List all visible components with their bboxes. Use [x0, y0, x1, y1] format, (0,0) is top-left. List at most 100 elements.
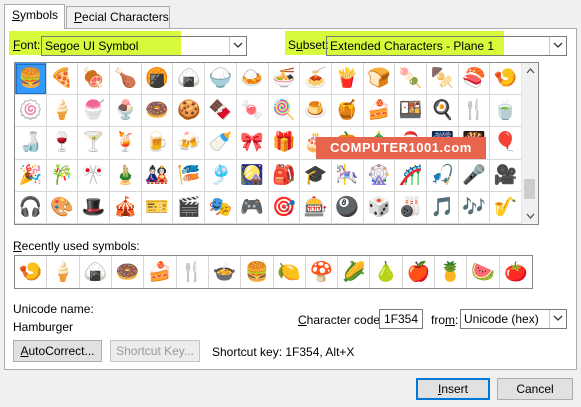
- recent-symbol-cell[interactable]: 🍎: [403, 256, 436, 288]
- symbol-cell[interactable]: 🎷: [490, 191, 522, 224]
- symbol-cell[interactable]: 🎎: [141, 159, 174, 192]
- symbol-cell[interactable]: 🎍: [110, 159, 142, 192]
- symbol-cell[interactable]: 🍖: [78, 63, 111, 96]
- symbol-cell[interactable]: 🎶: [458, 191, 491, 224]
- symbol-cell[interactable]: 🎰: [300, 191, 332, 224]
- recent-symbol-cell[interactable]: 🍅: [500, 256, 532, 288]
- recent-symbol-cell[interactable]: 🍴: [177, 256, 209, 288]
- symbol-cell[interactable]: 🍮: [300, 95, 332, 128]
- cancel-button[interactable]: Cancel: [497, 378, 573, 400]
- symbol-cell[interactable]: 🍚: [205, 63, 237, 96]
- recent-symbol-cell[interactable]: 🍄: [306, 256, 339, 288]
- symbol-cell[interactable]: 🎪: [110, 191, 142, 224]
- symbol-cell[interactable]: 🎒: [268, 159, 301, 192]
- symbol-cell[interactable]: 🍧: [78, 95, 111, 128]
- symbol-cell[interactable]: 🍤: [490, 63, 522, 96]
- symbol-cell[interactable]: 🎳: [395, 191, 427, 224]
- symbol-cell[interactable]: 🎢: [395, 159, 427, 192]
- recent-symbol-cell[interactable]: 🍍: [435, 256, 468, 288]
- recent-symbol-cell[interactable]: 🍰: [144, 256, 177, 288]
- symbol-cell[interactable]: 🍬: [236, 95, 269, 128]
- symbol-cell[interactable]: 🎈: [490, 127, 522, 160]
- recent-symbol-cell[interactable]: 🍐: [370, 256, 403, 288]
- recent-symbol-cell[interactable]: 🍙: [80, 256, 112, 288]
- symbol-cell[interactable]: 🍨: [110, 95, 142, 128]
- symbol-cell[interactable]: 🍯: [331, 95, 364, 128]
- symbol-cell[interactable]: 🎠: [331, 159, 364, 192]
- symbol-cell[interactable]: 🍛: [236, 63, 269, 96]
- recent-symbol-cell[interactable]: 🍦: [47, 256, 80, 288]
- symbol-cell[interactable]: 🍦: [46, 95, 79, 128]
- symbol-cell[interactable]: 🍝: [300, 63, 332, 96]
- symbol-cell[interactable]: 🍞: [363, 63, 396, 96]
- symbol-cell[interactable]: 🍴: [458, 95, 491, 128]
- symbol-cell[interactable]: 🎲: [363, 191, 396, 224]
- symbol-cell[interactable]: 🍹: [110, 127, 142, 160]
- symbol-cell[interactable]: 🍺: [141, 127, 174, 160]
- symbol-cell[interactable]: 🎁: [268, 127, 301, 160]
- scroll-down-icon[interactable]: [522, 208, 538, 224]
- symbol-cell[interactable]: 🍼: [205, 127, 237, 160]
- autocorrect-button[interactable]: AutoCorrect...: [13, 340, 102, 362]
- symbol-cell[interactable]: 🍫: [205, 95, 237, 128]
- symbol-cell[interactable]: 🍭: [268, 95, 301, 128]
- from-dropdown-chevron-icon[interactable]: [549, 310, 566, 328]
- symbol-cell[interactable]: 🍗: [110, 63, 142, 96]
- symbol-cell[interactable]: 🎀: [236, 127, 269, 160]
- symbol-cell[interactable]: 🎮: [236, 191, 269, 224]
- symbol-cell[interactable]: 🎬: [173, 191, 206, 224]
- symbol-cell[interactable]: 🎩: [78, 191, 111, 224]
- symbol-cell[interactable]: 🎯: [268, 191, 301, 224]
- symbol-cell[interactable]: 🍔: [15, 63, 47, 96]
- tab-symbols[interactable]: Symbols: [4, 4, 65, 29]
- symbol-cell[interactable]: 🎤: [458, 159, 491, 192]
- recent-symbol-cell[interactable]: 🍲: [209, 256, 242, 288]
- recent-symbol-cell[interactable]: 🍉: [467, 256, 500, 288]
- symbol-cell[interactable]: 🎉: [15, 159, 47, 192]
- symbol-cell[interactable]: 🍩: [141, 95, 174, 128]
- symbol-cell[interactable]: 🍵: [490, 95, 522, 128]
- recent-symbol-cell[interactable]: 🌽: [338, 256, 371, 288]
- symbol-cell[interactable]: 🍶: [15, 127, 47, 160]
- symbol-cell[interactable]: 🎡: [363, 159, 396, 192]
- symbol-cell[interactable]: 🎑: [236, 159, 269, 192]
- scroll-up-icon[interactable]: [522, 63, 538, 79]
- symbol-cell[interactable]: 🎥: [490, 159, 522, 192]
- symbol-cell[interactable]: 🍱: [395, 95, 427, 128]
- symbol-cell[interactable]: 🎫: [141, 191, 174, 224]
- character-code-input[interactable]: 1F354: [379, 309, 423, 329]
- subset-dropdown-chevron-icon[interactable]: [549, 37, 566, 55]
- symbol-cell[interactable]: 🍢: [426, 63, 459, 96]
- symbol-cell[interactable]: 🎱: [331, 191, 364, 224]
- symbol-cell[interactable]: 🍕: [46, 63, 79, 96]
- symbol-cell[interactable]: 🍪: [173, 95, 206, 128]
- symbol-cell[interactable]: 🍳: [426, 95, 459, 128]
- symbol-cell[interactable]: 🎌: [78, 159, 111, 192]
- symbol-cell[interactable]: 🎣: [426, 159, 459, 192]
- symbol-cell[interactable]: 🎏: [173, 159, 206, 192]
- symbol-cell[interactable]: 🍘: [141, 63, 174, 96]
- symbol-cell[interactable]: 🎨: [46, 191, 79, 224]
- symbol-cell[interactable]: 🎵: [426, 191, 459, 224]
- symbol-cell[interactable]: 🍣: [458, 63, 491, 96]
- symbol-cell[interactable]: 🍙: [173, 63, 206, 96]
- recent-symbol-cell[interactable]: 🍤: [15, 256, 48, 288]
- symbol-cell[interactable]: 🍻: [173, 127, 206, 160]
- symbol-cell[interactable]: 🍸: [78, 127, 111, 160]
- font-dropdown-chevron-icon[interactable]: [229, 37, 246, 55]
- symbol-cell[interactable]: 🍥: [15, 95, 47, 128]
- symbol-cell[interactable]: 🎓: [300, 159, 332, 192]
- tab-special-characters[interactable]: Pecial Characters: [66, 6, 170, 28]
- scroll-thumb[interactable]: [524, 179, 535, 199]
- symbol-grid-scrollbar[interactable]: [521, 63, 538, 224]
- symbol-cell[interactable]: 🎧: [15, 191, 47, 224]
- symbol-cell[interactable]: 🍷: [46, 127, 79, 160]
- recent-symbol-cell[interactable]: 🍩: [112, 256, 145, 288]
- symbol-cell[interactable]: 🍰: [363, 95, 396, 128]
- symbol-cell[interactable]: 🍡: [395, 63, 427, 96]
- font-dropdown[interactable]: Segoe UI Symbol: [41, 36, 247, 56]
- subset-dropdown[interactable]: Extended Characters - Plane 1: [326, 36, 567, 56]
- symbol-cell[interactable]: 🎭: [205, 191, 237, 224]
- recent-symbol-cell[interactable]: 🍔: [241, 256, 274, 288]
- symbol-cell[interactable]: 🎐: [205, 159, 237, 192]
